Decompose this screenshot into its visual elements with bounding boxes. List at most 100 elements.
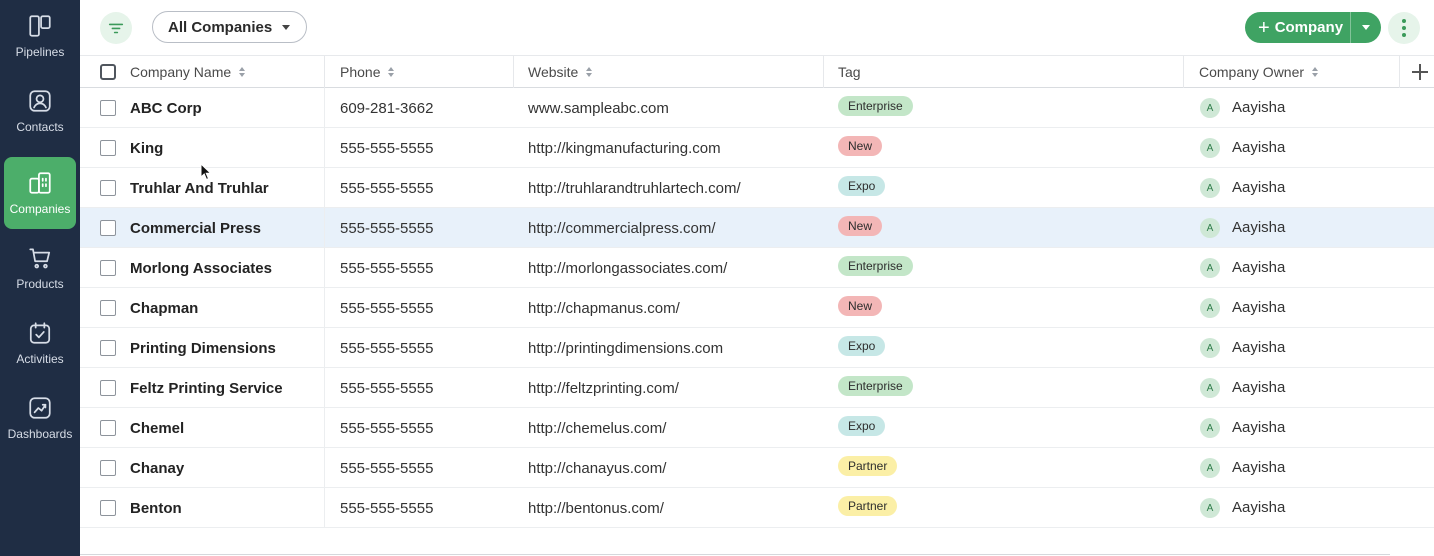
company-name-link[interactable]: Feltz Printing Service [130, 368, 283, 408]
add-column-icon[interactable] [1410, 62, 1430, 82]
website-link[interactable]: http://chanayus.com/ [528, 448, 666, 488]
plus-icon: + [1258, 16, 1270, 39]
website-link[interactable]: http://commercialpress.com/ [528, 208, 716, 248]
company-name-link[interactable]: Chemel [130, 408, 184, 448]
table-row[interactable]: Printing Dimensions 555-555-5555 http://pr… [80, 328, 1434, 368]
header-website[interactable]: Website [514, 56, 824, 88]
company-name-link[interactable]: Chanay [130, 448, 184, 488]
sidebar-item-contacts[interactable]: Contacts [4, 75, 76, 147]
company-name-link[interactable]: Printing Dimensions [130, 328, 276, 368]
row-checkbox-cell [100, 328, 116, 368]
tag-badge[interactable]: Partner [838, 455, 898, 476]
tag-badge[interactable]: Enterprise [838, 375, 913, 396]
owner-cell: A Aayisha [1200, 128, 1285, 168]
column-divider [324, 488, 325, 528]
website-link[interactable]: http://chapmanus.com/ [528, 288, 680, 328]
owner-name: Aayisha [1232, 218, 1286, 236]
website-link[interactable]: http://truhlarandtruhlartech.com/ [528, 168, 741, 208]
row-checkbox[interactable] [100, 420, 116, 436]
tag-badge[interactable]: Enterprise [838, 95, 913, 116]
owner-name: Aayisha [1232, 418, 1286, 436]
add-company-button[interactable]: + Company [1245, 12, 1350, 43]
company-name-link[interactable]: Commercial Press [130, 208, 261, 248]
website-link[interactable]: http://kingmanufacturing.com [528, 128, 721, 168]
select-all-checkbox[interactable] [100, 64, 116, 80]
row-checkbox-cell [100, 408, 116, 448]
company-name-link[interactable]: ABC Corp [130, 88, 202, 128]
add-company-dropdown-button[interactable] [1350, 12, 1381, 43]
table-row[interactable]: Commercial Press 555-555-5555 http://comme… [80, 208, 1434, 248]
website-link[interactable]: http://bentonus.com/ [528, 488, 664, 528]
phone-cell: 555-555-5555 [340, 339, 434, 357]
table-row[interactable]: ABC Corp 609-281-3662 www.sampleabc.com Ent… [80, 88, 1434, 128]
row-checkbox[interactable] [100, 140, 116, 156]
phone-cell: 555-555-5555 [340, 499, 434, 517]
sort-icon[interactable] [586, 67, 593, 77]
tag-badge[interactable]: Expo [838, 335, 886, 356]
website-link[interactable]: http://chemelus.com/ [528, 408, 666, 448]
company-name-link[interactable]: King [130, 128, 163, 168]
sidebar-item-companies[interactable]: Companies [4, 157, 76, 229]
row-checkbox[interactable] [100, 180, 116, 196]
sidebar-item-dashboards[interactable]: Dashboards [4, 382, 76, 454]
header-company-name[interactable]: Company Name [80, 56, 325, 88]
tag-badge[interactable]: New [838, 215, 883, 236]
header-phone[interactable]: Phone [325, 56, 514, 88]
owner-name: Aayisha [1232, 258, 1286, 276]
website-link[interactable]: www.sampleabc.com [528, 88, 669, 128]
sidebar-item-activities[interactable]: Activities [4, 307, 76, 379]
row-checkbox[interactable] [100, 340, 116, 356]
row-checkbox[interactable] [100, 500, 116, 516]
tag-badge[interactable]: Enterprise [838, 255, 913, 276]
table-header: Company Name Phone Website Tag Company O… [80, 56, 1434, 88]
table-row[interactable]: Chapman 555-555-5555 http://chapmanus.com/… [80, 288, 1434, 328]
table-row[interactable]: Truhlar And Truhlar 555-555-5555 http://tr… [80, 168, 1434, 208]
sort-icon[interactable] [239, 67, 246, 77]
row-checkbox-cell [100, 368, 116, 408]
table-row[interactable]: Feltz Printing Service 555-555-5555 http:/… [80, 368, 1434, 408]
company-name-link[interactable]: Chapman [130, 288, 198, 328]
tag-cell: Partner [838, 448, 898, 488]
website-link[interactable]: http://feltzprinting.com/ [528, 368, 679, 408]
sidebar-item-label: Contacts [16, 120, 64, 134]
table-row[interactable]: Chemel 555-555-5555 http://chemelus.com/Ex… [80, 408, 1434, 448]
more-options-button[interactable] [1388, 12, 1420, 44]
header-company-owner[interactable]: Company Owner [1184, 56, 1400, 88]
row-checkbox[interactable] [100, 260, 116, 276]
tag-badge[interactable]: New [838, 295, 883, 316]
toolbar: All Companies + Company [80, 0, 1434, 56]
row-checkbox[interactable] [100, 220, 116, 236]
filter-button[interactable] [100, 12, 132, 44]
tag-badge[interactable]: Partner [838, 495, 898, 516]
table-row[interactable]: King 555-555-5555 http://kingmanufacturing… [80, 128, 1434, 168]
website-link[interactable]: http://printingdimensions.com [528, 328, 723, 368]
website-link[interactable]: http://morlongassociates.com/ [528, 248, 727, 288]
table-row[interactable]: Benton 555-555-5555 http://bentonus.com/Pa… [80, 488, 1434, 528]
column-divider [324, 88, 325, 128]
table-row[interactable]: Morlong Associates 555-555-5555 http://mor… [80, 248, 1434, 288]
row-checkbox[interactable] [100, 380, 116, 396]
column-divider [324, 128, 325, 168]
sidebar-item-label: Dashboards [7, 427, 73, 441]
company-name-link[interactable]: Morlong Associates [130, 248, 272, 288]
tag-badge[interactable]: Expo [838, 415, 886, 436]
sidebar-item-products[interactable]: Products [4, 232, 76, 304]
tag-badge[interactable]: Expo [838, 175, 886, 196]
sidebar-item-pipelines[interactable]: Pipelines [4, 0, 76, 72]
row-checkbox[interactable] [100, 460, 116, 476]
row-checkbox[interactable] [100, 300, 116, 316]
column-divider [324, 408, 325, 448]
tag-cell: Expo [838, 328, 886, 368]
owner-name: Aayisha [1232, 178, 1286, 196]
sort-icon[interactable] [388, 67, 395, 77]
view-select[interactable]: All Companies [152, 11, 307, 43]
table-row[interactable]: Chanay 555-555-5555 http://chanayus.com/Pa… [80, 448, 1434, 488]
header-tag[interactable]: Tag [824, 56, 1184, 88]
company-name-link[interactable]: Benton [130, 488, 182, 528]
row-checkbox-cell [100, 128, 116, 168]
row-checkbox[interactable] [100, 100, 116, 116]
tag-badge[interactable]: New [838, 135, 883, 156]
row-checkbox-cell [100, 288, 116, 328]
calendar-check-icon [29, 322, 51, 344]
sort-icon[interactable] [1312, 67, 1319, 77]
